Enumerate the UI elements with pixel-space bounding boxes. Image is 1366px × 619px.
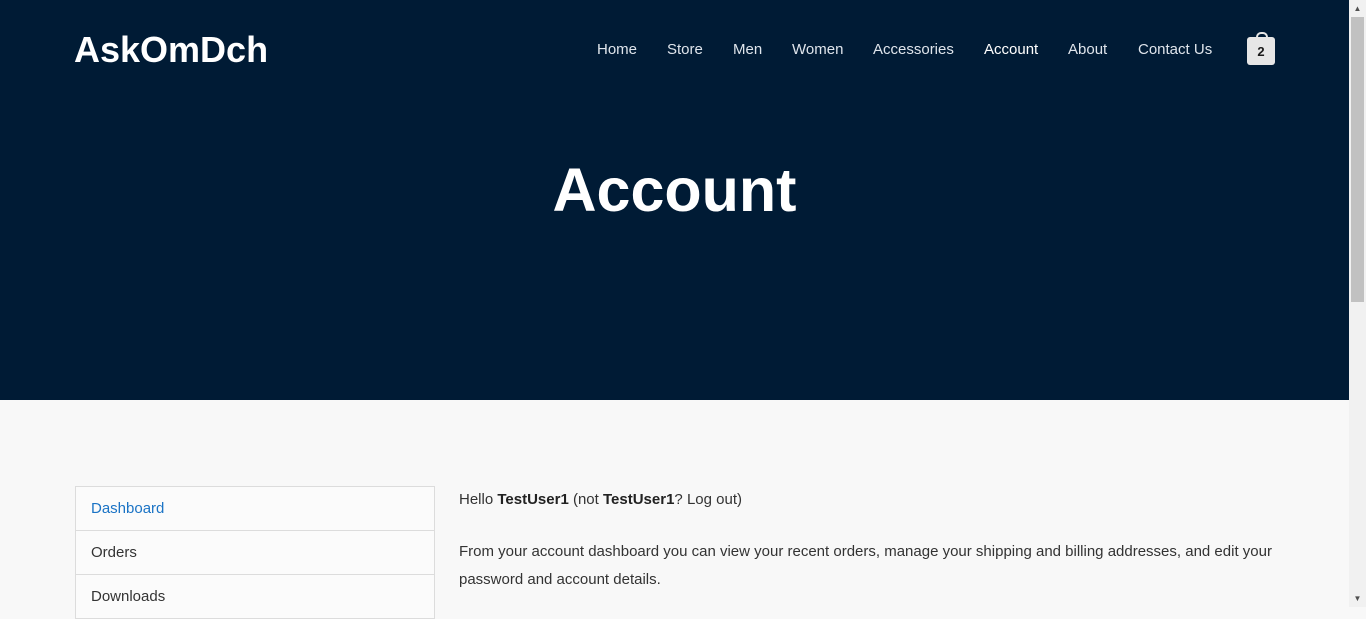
- site-header: AskOmDch Home Store Men Women Accessorie…: [0, 0, 1349, 400]
- nav-link-contact-us[interactable]: Contact Us: [1138, 40, 1212, 60]
- scroll-up-icon[interactable]: ▲: [1349, 0, 1366, 17]
- main-nav: Home Store Men Women Accessories Account…: [0, 40, 1349, 60]
- nav-link-home[interactable]: Home: [597, 40, 637, 60]
- nav-link-about[interactable]: About: [1068, 40, 1107, 60]
- account-nav-orders[interactable]: Orders: [76, 531, 434, 575]
- nav-link-accessories[interactable]: Accessories: [873, 40, 954, 60]
- nav-link-store[interactable]: Store: [667, 40, 703, 60]
- account-nav-downloads[interactable]: Downloads: [76, 575, 434, 619]
- close-paren: ): [736, 491, 742, 508]
- page-title: Account: [552, 156, 797, 224]
- cart-button[interactable]: 2: [1247, 32, 1275, 65]
- question-text: ?: [674, 491, 687, 508]
- account-dashboard: Hello TestUser1 (not TestUser1? Log out)…: [459, 486, 1289, 594]
- greeting-line: Hello TestUser1 (not TestUser1? Log out): [459, 486, 1289, 514]
- logout-link[interactable]: Log out: [687, 491, 737, 508]
- scroll-down-icon[interactable]: ▼: [1349, 590, 1366, 607]
- username-repeat: TestUser1: [602, 491, 675, 508]
- dashboard-intro: From your account dashboard you can view…: [459, 543, 1272, 588]
- page-scrollbar[interactable]: ▲ ▼: [1349, 0, 1366, 607]
- username: TestUser1: [497, 491, 569, 508]
- account-navigation: Dashboard Orders Downloads: [75, 486, 435, 619]
- nav-link-women[interactable]: Women: [792, 40, 843, 60]
- nav-link-account[interactable]: Account: [984, 40, 1038, 60]
- not-text: (not: [568, 491, 603, 508]
- account-nav-dashboard[interactable]: Dashboard: [76, 487, 434, 531]
- nav-link-men[interactable]: Men: [733, 40, 762, 60]
- hello-text: Hello: [459, 491, 498, 508]
- shopping-bag-icon: [1256, 32, 1268, 40]
- cart-count: 2: [1257, 43, 1265, 59]
- scrollbar-thumb[interactable]: [1351, 17, 1364, 302]
